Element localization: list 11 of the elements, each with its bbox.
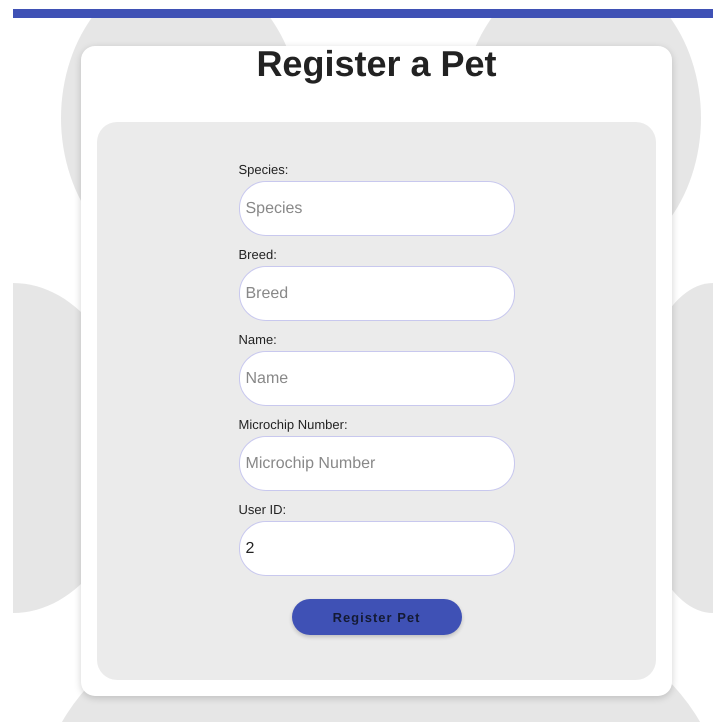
input-field[interactable]: Microchip Number <box>238 436 514 491</box>
field-label: User ID: <box>238 502 288 517</box>
input-field[interactable]: Breed <box>238 266 514 321</box>
input-field[interactable]: 2 <box>238 521 514 576</box>
page-title: Register a Pet <box>255 46 498 86</box>
input-field[interactable]: Name <box>238 351 514 406</box>
field-label: Breed: <box>238 247 278 262</box>
field-label: Name: <box>238 332 278 347</box>
field-label: Species: <box>238 162 290 177</box>
field-label: Microchip Number: <box>238 417 349 432</box>
input-field[interactable]: Species <box>238 181 514 236</box>
